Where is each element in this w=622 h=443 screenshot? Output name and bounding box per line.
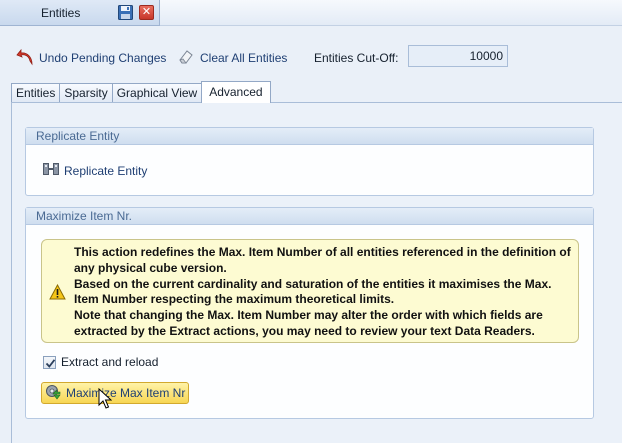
replicate-entity-label: Replicate Entity — [64, 163, 148, 178]
tab-strip: Entities Sparsity Graphical View Advance… — [11, 81, 271, 103]
entities-cutoff-input[interactable] — [408, 45, 508, 67]
undo-pending-changes-button[interactable]: Undo Pending Changes — [16, 48, 166, 68]
tab-entities[interactable]: Entities — [11, 83, 61, 103]
maximize-max-item-nr-label: Maximize Max Item Nr — [66, 386, 186, 400]
entities-cutoff-label: Entities Cut-Off: — [314, 51, 399, 65]
undo-arrow-icon — [16, 48, 34, 69]
maximize-item-nr-group-header: Maximize Item Nr. — [26, 208, 593, 225]
warning-line: This action redefines the Max. Item Numb… — [74, 245, 571, 275]
save-icon[interactable] — [118, 5, 133, 20]
tab-graphical-view[interactable]: Graphical View — [111, 83, 203, 103]
warning-message-box: This action redefines the Max. Item Numb… — [41, 239, 579, 343]
document-tab-strip: Entities ✕ — [0, 0, 622, 26]
replicate-entity-group-header: Replicate Entity — [26, 128, 593, 145]
tab-advanced[interactable]: Advanced — [201, 81, 271, 103]
checkmark-icon — [45, 358, 56, 368]
warning-line: Based on the current cardinality and sat… — [74, 276, 552, 307]
replicate-entity-button[interactable]: Replicate Entity — [43, 162, 147, 179]
close-icon[interactable]: ✕ — [139, 5, 154, 20]
toolbar: Undo Pending Changes Clear All Entities … — [0, 40, 622, 74]
warning-icon — [49, 283, 66, 303]
mouse-cursor-icon — [98, 388, 112, 409]
clear-all-entities-button[interactable]: Clear All Entities — [178, 48, 287, 68]
warning-text: This action redefines the Max. Item Numb… — [74, 245, 578, 340]
tab-sparsity[interactable]: Sparsity — [59, 83, 113, 103]
undo-pending-changes-label: Undo Pending Changes — [39, 51, 167, 65]
warning-line: Note that changing the Max. Item Number … — [74, 308, 543, 338]
document-tab-entities[interactable]: Entities ✕ — [0, 0, 160, 26]
maximize-gear-icon — [45, 384, 61, 403]
replicate-entity-group: Replicate Entity Replicate Entity — [25, 127, 594, 196]
extract-and-reload-checkbox[interactable] — [43, 355, 56, 369]
document-tab-title: Entities — [41, 6, 81, 20]
replicate-icon — [43, 162, 59, 179]
maximize-max-item-nr-button[interactable]: Maximize Max Item Nr — [41, 382, 189, 404]
extract-and-reload-checkbox-row[interactable]: Extract and reload — [43, 355, 158, 369]
extract-and-reload-label: Extract and reload — [61, 355, 159, 369]
clear-all-entities-label: Clear All Entities — [200, 51, 288, 65]
eraser-icon — [178, 48, 195, 68]
